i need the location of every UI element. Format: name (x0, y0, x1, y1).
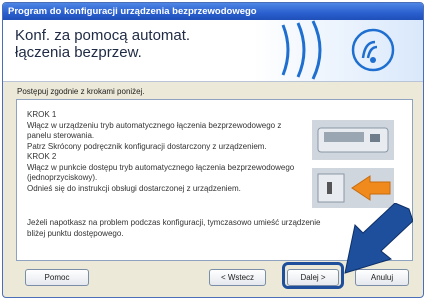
back-button[interactable]: < Wstecz (209, 269, 266, 286)
page-title: Konf. za pomocą automat. łączenia bezprz… (15, 27, 191, 61)
wireless-logo-icon (253, 20, 423, 81)
window-title: Program do konfiguracji urządzenia bezpr… (3, 3, 423, 20)
instruction-text: Postępuj zgodnie z krokami poniżej. (17, 87, 145, 96)
wizard-window: Program do konfiguracji urządzenia bezpr… (2, 2, 424, 298)
access-point-image (312, 168, 394, 208)
note-text: Jeżeli napotkasz na problem podczas konf… (27, 218, 321, 238)
steps-text: KROK 1 Włącz w urządzeniu tryb automatyc… (27, 110, 295, 193)
wizard-header: Konf. za pomocą automat. łączenia bezprz… (3, 20, 423, 82)
printer-panel-image (312, 120, 394, 160)
pointer-arrow-icon (344, 203, 413, 274)
help-button[interactable]: Pomoc (25, 269, 89, 286)
